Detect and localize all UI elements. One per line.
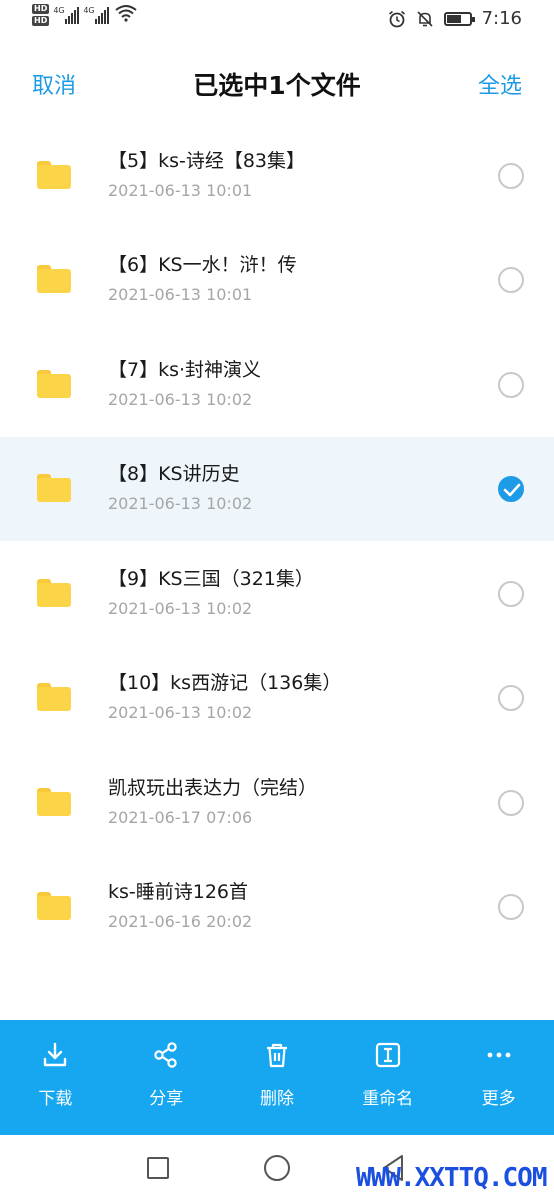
file-row[interactable]: ks-睡前诗126首 2021-06-16 20:02 (0, 855, 554, 959)
file-date: 2021-06-13 10:02 (108, 703, 253, 722)
action-bar: 下载 分享 删除 重命名 更多 (0, 1020, 554, 1135)
checkbox-unchecked-icon[interactable] (498, 580, 524, 607)
folder-icon (37, 369, 71, 398)
signal-icon-2: 4G (83, 4, 110, 24)
alarm-icon (388, 10, 405, 27)
checkbox-unchecked-icon[interactable] (498, 371, 524, 398)
folder-icon (37, 683, 71, 711)
rename-icon (375, 1042, 400, 1068)
file-row[interactable]: 【5】ks-诗经【83集】 2021-06-13 10:01 (0, 124, 554, 228)
download-button[interactable]: 下载 (0, 1020, 111, 1135)
file-date: 2021-06-13 10:02 (108, 598, 253, 618)
file-date: 2021-06-13 10:02 (108, 494, 253, 513)
rename-label: 重命名 (362, 1089, 414, 1109)
checkbox-unchecked-icon[interactable] (498, 162, 524, 189)
status-right: 7:16 (388, 8, 522, 29)
checkbox-unchecked-icon[interactable] (498, 894, 524, 920)
file-name: 【8】KS讲历史 (108, 463, 240, 485)
checkbox-unchecked-icon[interactable] (498, 789, 524, 816)
file-row[interactable]: 【9】KS三国（321集） 2021-06-13 10:02 (0, 542, 554, 646)
hd-badges: HD HD (32, 4, 50, 26)
more-icon (487, 1052, 510, 1058)
file-row[interactable]: 【7】ks·封神演义 2021-06-13 10:02 (0, 333, 554, 437)
battery-icon (443, 11, 475, 26)
file-date: 2021-06-13 10:01 (108, 285, 253, 304)
signal-icon-1: 4G (53, 4, 80, 24)
share-button[interactable]: 分享 (111, 1020, 222, 1135)
folder-icon (37, 265, 71, 293)
network-type-2: 4G (83, 6, 95, 15)
file-name: 【5】ks-诗经【83集】 (108, 149, 306, 172)
wifi-icon (115, 5, 137, 22)
file-name: 【7】ks·封神演义 (108, 358, 262, 381)
file-name: 【10】ks西游记（136集） (108, 672, 342, 694)
file-list[interactable]: 【4】KS广播诗歌【80集】2021-06-13 10:01【5】ks-诗经【8… (0, 96, 554, 1020)
file-date: 2021-06-16 20:02 (108, 912, 253, 931)
download-icon (44, 1042, 67, 1067)
hd-badge-2: HD (32, 16, 50, 26)
file-row[interactable]: 【6】KS一水！浒！传 2021-06-13 10:01 (0, 228, 554, 332)
hd-badge-1: HD (32, 4, 50, 14)
status-left: HD HD 4G 4G (32, 4, 137, 26)
trash-icon (266, 1043, 287, 1068)
folder-icon (37, 160, 71, 189)
file-name: ks-睡前诗126首 (108, 881, 249, 903)
checkbox-unchecked-icon[interactable] (498, 685, 524, 711)
file-date: 2021-06-13 10:01 (108, 180, 253, 200)
delete-button[interactable]: 删除 (222, 1020, 333, 1135)
checkbox-unchecked-icon[interactable] (498, 267, 524, 293)
file-row[interactable]: 凯叔玩出表达力（完结） 2021-06-17 07:06 (0, 751, 554, 855)
download-label: 下载 (38, 1089, 73, 1109)
share-label: 分享 (149, 1089, 184, 1109)
share-icon (154, 1042, 177, 1068)
status-bar: HD HD 4G 4G 7:16 (0, 0, 554, 40)
recent-apps-button[interactable] (147, 1157, 169, 1179)
delete-label: 删除 (259, 1089, 294, 1109)
system-nav-bar: WWW.XXTTQ.COM (0, 1135, 554, 1200)
network-type-1: 4G (53, 6, 65, 15)
checkbox-checked-icon[interactable] (498, 476, 524, 502)
folder-icon (37, 578, 71, 607)
file-row[interactable]: 【8】KS讲历史 2021-06-13 10:02 (0, 437, 554, 541)
more-button[interactable]: 更多 (443, 1020, 554, 1135)
file-row[interactable]: 【10】ks西游记（136集） 2021-06-13 10:02 (0, 646, 554, 750)
home-button[interactable] (264, 1155, 290, 1181)
mute-icon (417, 10, 433, 27)
rename-button[interactable]: 重命名 (332, 1020, 443, 1135)
watermark: WWW.XXTTQ.COM (356, 1163, 547, 1193)
file-date: 2021-06-13 10:02 (108, 389, 253, 409)
file-row[interactable]: 【4】KS广播诗歌【80集】2021-06-13 10:01 (0, 96, 554, 123)
more-label: 更多 (481, 1089, 516, 1109)
folder-icon (37, 474, 71, 502)
folder-icon (37, 892, 71, 920)
file-name: 【6】KS一水！浒！传 (108, 254, 297, 276)
file-name: 凯叔玩出表达力（完结） (108, 776, 318, 799)
file-date: 2021-06-17 07:06 (108, 807, 253, 827)
folder-icon (37, 787, 71, 816)
file-name: 【9】KS三国（321集） (108, 567, 314, 590)
status-time: 7:16 (481, 8, 522, 29)
